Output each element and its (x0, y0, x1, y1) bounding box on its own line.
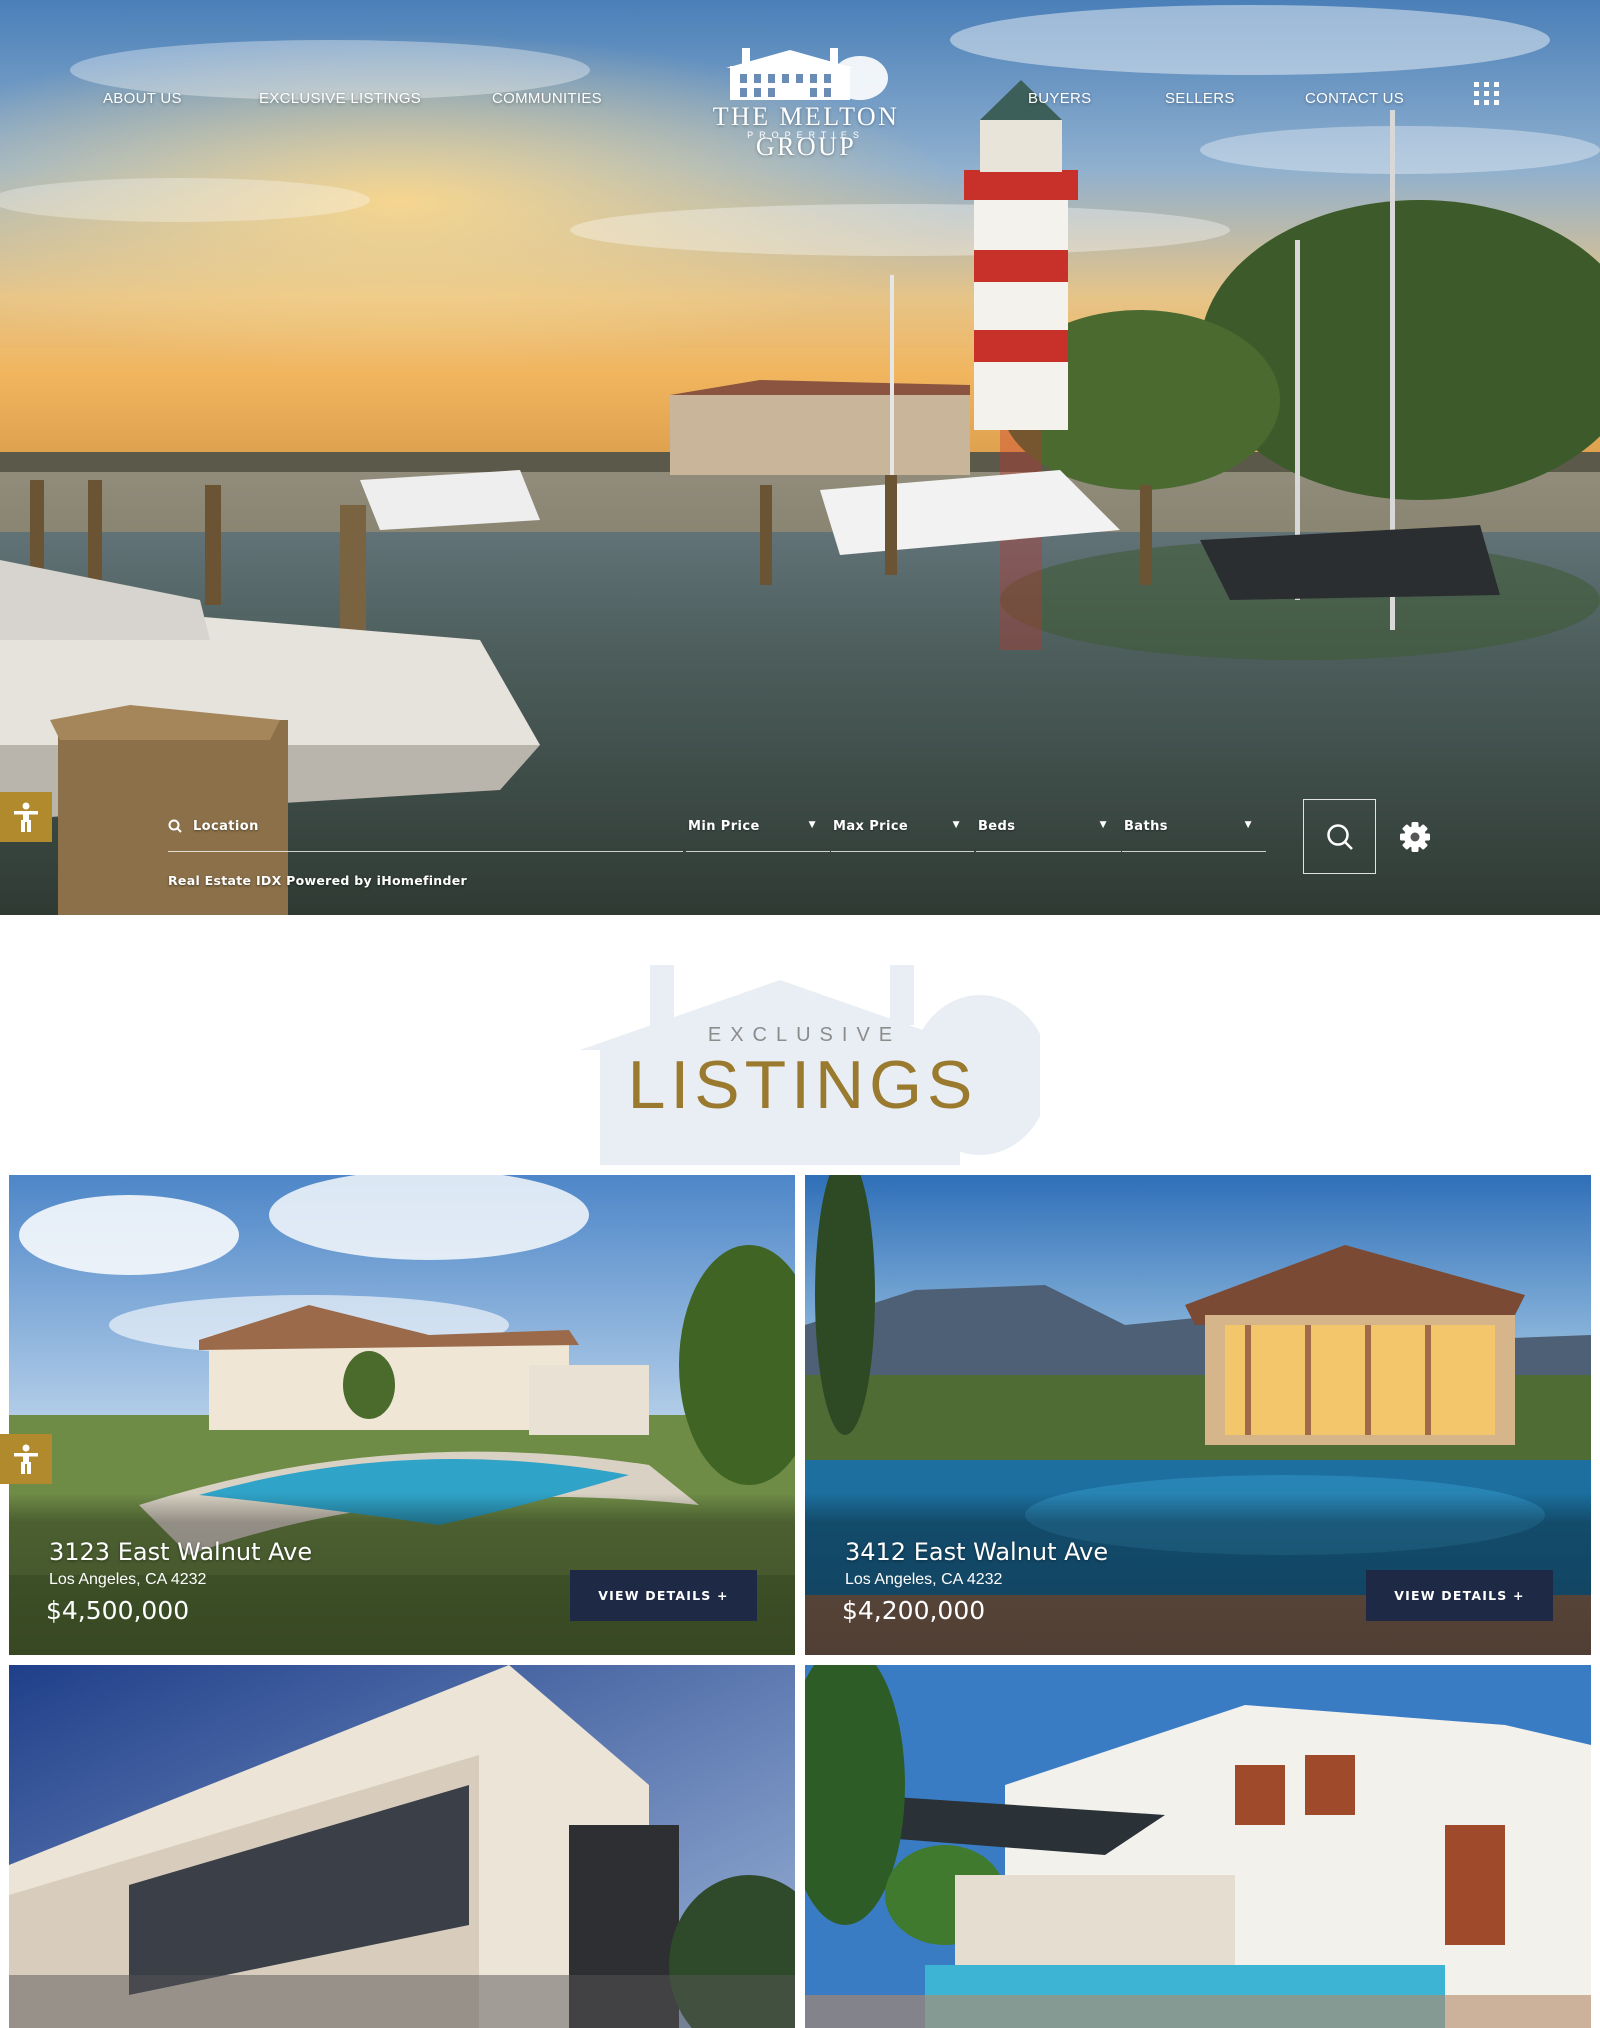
location-input[interactable]: Location (168, 810, 683, 852)
brand-logo[interactable]: THE MELTON GROUP PROPERTIES (660, 44, 952, 161)
chevron-down-icon: ▼ (1244, 820, 1252, 830)
nav-sellers[interactable]: SELLERS (1165, 90, 1235, 107)
max-price-select[interactable]: Max Price ▼ (831, 810, 974, 852)
listing-address: 3123 East Walnut Ave (49, 1538, 313, 1566)
chevron-down-icon: ▼ (952, 820, 960, 830)
section-kicker: EXCLUSIVE (707, 1024, 902, 1046)
chevron-down-icon: ▼ (808, 820, 816, 830)
nav-contact-us[interactable]: CONTACT US (1305, 90, 1404, 107)
search-small-icon (168, 819, 182, 833)
nav-about-us[interactable]: ABOUT US (103, 90, 182, 107)
logo-subtitle: PROPERTIES (747, 130, 865, 140)
nav-buyers[interactable]: BUYERS (1028, 90, 1092, 107)
accessibility-icon (14, 802, 38, 832)
listing-price: $4,500,000 (46, 1596, 190, 1625)
location-placeholder: Location (193, 819, 259, 834)
main-navigation: ABOUT US EXCLUSIVE LISTINGS COMMUNITIES (0, 0, 1600, 161)
listing-photo (805, 1665, 1591, 2028)
search-icon (1327, 824, 1353, 850)
section-title: LISTINGS (627, 1047, 978, 1123)
search-settings-button[interactable] (1398, 820, 1432, 854)
beds-label: Beds (978, 819, 1016, 834)
min-price-label: Min Price (688, 819, 760, 834)
accessibility-icon (14, 1444, 38, 1474)
accessibility-button[interactable] (0, 1434, 52, 1484)
search-button[interactable] (1303, 799, 1376, 874)
listing-address: 3412 East Walnut Ave (845, 1538, 1109, 1566)
house-logo-icon (726, 48, 888, 100)
idx-powered-by[interactable]: Real Estate IDX Powered by iHomefinder (168, 873, 467, 888)
listing-card[interactable]: 3123 East Walnut Ave Los Angeles, CA 423… (9, 1175, 795, 1655)
hero-section: ABOUT US EXCLUSIVE LISTINGS COMMUNITIES (0, 0, 1600, 915)
listing-card[interactable]: 3412 East Walnut Ave Los Angeles, CA 423… (805, 1175, 1591, 1655)
chevron-down-icon: ▼ (1099, 820, 1107, 830)
listing-price: $4,200,000 (842, 1596, 986, 1625)
listing-card[interactable] (9, 1665, 795, 2028)
listing-city: Los Angeles, CA 4232 (845, 1571, 1003, 1588)
gear-icon (1400, 822, 1430, 852)
nav-exclusive-listings[interactable]: EXCLUSIVE LISTINGS (259, 90, 421, 107)
baths-select[interactable]: Baths ▼ (1122, 810, 1266, 852)
view-details-button[interactable]: VIEW DETAILS + (570, 1570, 757, 1621)
view-details-button[interactable]: VIEW DETAILS + (1366, 1570, 1553, 1621)
baths-label: Baths (1124, 819, 1168, 834)
accessibility-button[interactable] (0, 792, 52, 842)
min-price-select[interactable]: Min Price ▼ (686, 810, 830, 852)
beds-select[interactable]: Beds ▼ (976, 810, 1121, 852)
listing-photo (9, 1665, 795, 2028)
max-price-label: Max Price (833, 819, 909, 834)
listing-city: Los Angeles, CA 4232 (49, 1571, 207, 1588)
listing-card[interactable] (805, 1665, 1591, 2028)
grid-menu-icon[interactable] (1474, 82, 1500, 106)
exclusive-listings-heading: EXCLUSIVE LISTINGS (0, 915, 1600, 1175)
nav-communities[interactable]: COMMUNITIES (492, 90, 602, 107)
